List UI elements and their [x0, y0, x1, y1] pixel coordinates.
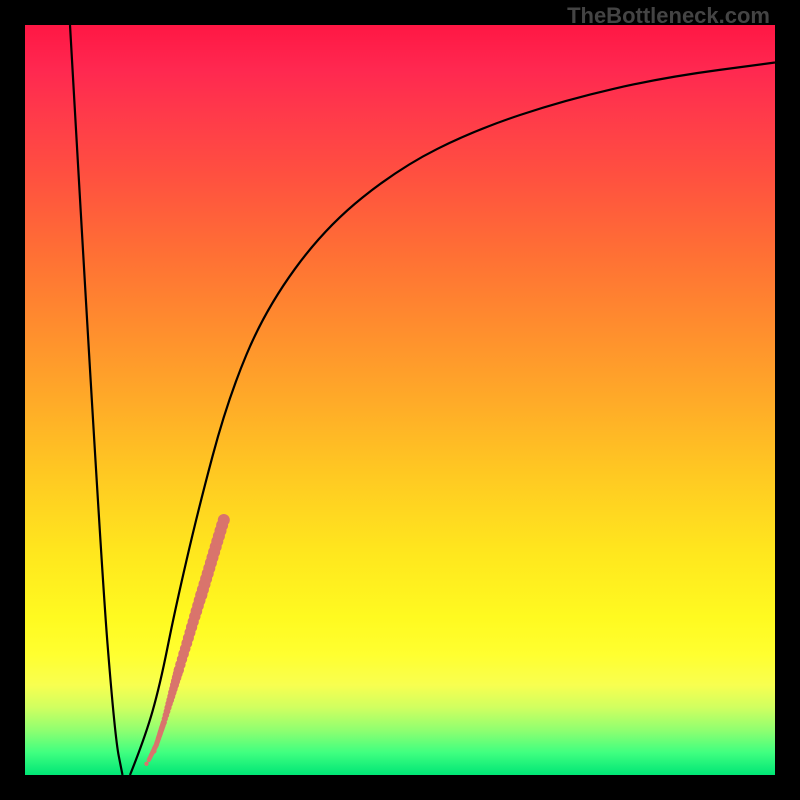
chart-container: TheBottleneck.com — [0, 0, 800, 800]
highlight-segment — [144, 514, 230, 766]
watermark-text: TheBottleneck.com — [567, 3, 770, 29]
curve-right-branch — [130, 63, 775, 776]
plot-area — [25, 25, 775, 775]
curve-layer — [25, 25, 775, 775]
curve-left-branch — [70, 25, 123, 775]
